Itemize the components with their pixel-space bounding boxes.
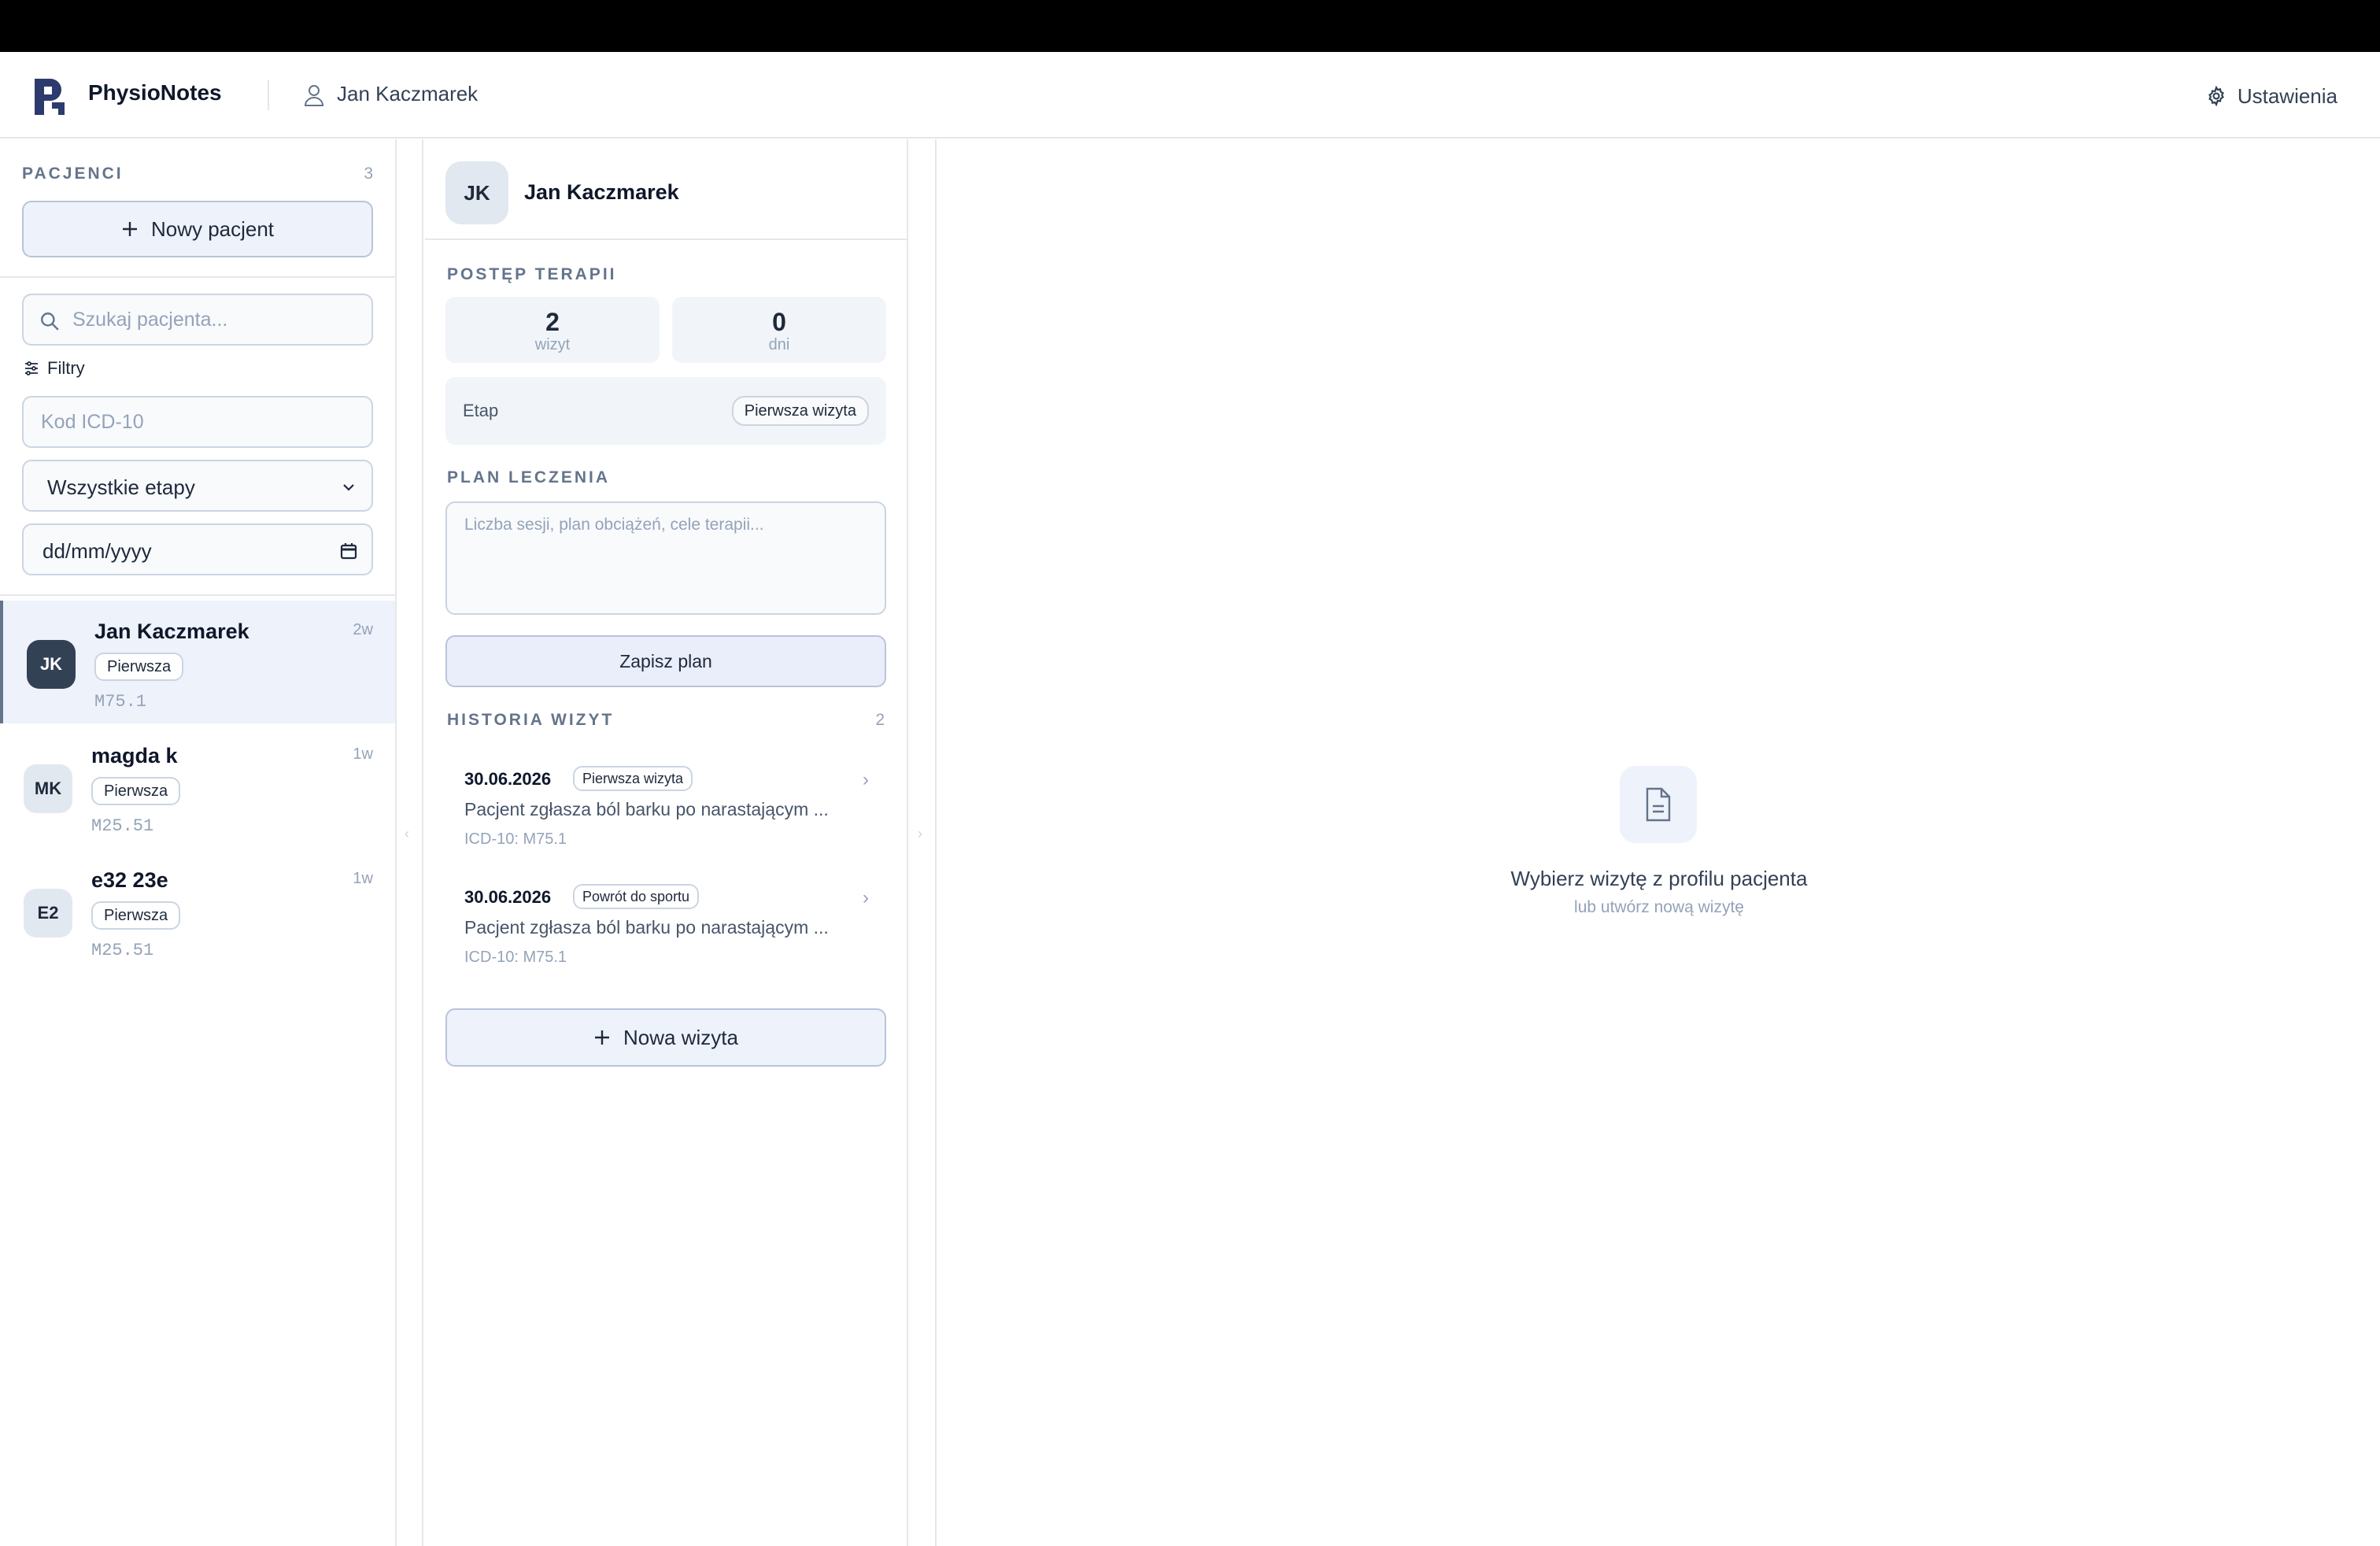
chevron-left-icon: ‹ [405,826,409,841]
user-icon [304,85,324,106]
save-plan-button[interactable]: Zapisz plan [445,635,886,687]
stage-badge[interactable]: Pierwsza wizyta [731,396,869,426]
history-count: 2 [875,711,885,729]
plus-icon [595,1030,610,1045]
icd-input[interactable] [24,398,371,446]
calendar-icon[interactable] [340,542,357,560]
patients-count: 3 [364,165,373,183]
patient-icd-code: M25.51 [91,816,154,836]
icd-filter-field[interactable] [22,396,373,448]
empty-state-subtitle: lub utwórz nową wizytę [1574,898,1744,916]
chevron-right-icon: › [918,826,922,841]
new-patient-label: Nowy pacjent [150,216,275,241]
patient-time: 1w [353,745,373,763]
new-patient-button[interactable]: Nowy pacjent [22,201,373,257]
avatar: MK [24,764,72,813]
stage-badge: Pierwsza [91,777,181,805]
patient-icd-code: M25.51 [91,941,154,960]
sidebar-divider [0,594,395,596]
document-icon-container [1620,766,1697,843]
gear-icon [2208,86,2224,106]
empty-state-title: Wybierz wizytę z profilu pacjenta [1510,867,1808,890]
visit-stage-badge: Powrót do sportu [573,884,700,909]
profile-header: JK Jan Kaczmarek [425,139,907,240]
patient-row[interactable]: E2 e32 23e Pierwsza M25.51 1w [0,849,395,972]
avatar: JK [445,161,508,224]
history-section-label: HISTORIA WIZYT [447,711,615,729]
filters-toggle[interactable]: Filtry [24,358,85,379]
header-divider [268,80,269,110]
patient-search[interactable] [22,294,373,346]
chevron-right-icon: › [863,769,869,790]
stage-select[interactable]: Wszystkie etapy [22,460,373,512]
visits-unit: wizyt [534,336,571,353]
window-top-bar [0,0,2380,52]
stage-row: Etap Pierwsza wizyta [445,377,886,445]
settings-button[interactable]: Ustawienia [2206,80,2338,112]
days-stat: 0 dni [672,297,886,363]
new-visit-button[interactable]: Nowa wizyta [445,1008,886,1067]
patients-section-label: PACJENCI [22,165,124,183]
patient-name: magda k [91,744,178,767]
stage-badge: Pierwsza [94,653,184,681]
stage-select-value: Wszystkie etapy [47,475,195,499]
visit-description: Pacjent zgłasza ból barku po narastający… [464,917,829,938]
visit-item[interactable]: 30.06.2026 Pierwsza wizyta Pacjent zgłas… [445,753,886,864]
chevron-right-icon: › [863,887,869,908]
profile-collapse-handle[interactable]: › [908,139,937,1546]
patient-row[interactable]: JK Jan Kaczmarek Pierwsza M75.1 2w [0,601,395,723]
avatar: E2 [24,889,72,938]
patient-profile-panel: JK Jan Kaczmarek POSTĘP TERAPII 2 wizyt … [425,139,908,1546]
visit-description: Pacjent zgłasza ból barku po narastający… [464,799,829,819]
new-visit-label: Nowa wizyta [623,1025,738,1049]
app-header: PhysioNotes Jan Kaczmarek Ustawienia [0,52,2380,139]
visit-date: 30.06.2026 [464,887,552,907]
visit-stage-badge: Pierwsza wizyta [573,766,693,791]
patient-row[interactable]: MK magda k Pierwsza M25.51 1w [0,725,395,848]
app-logo-icon [35,79,65,115]
days-unit: dni [768,336,790,353]
document-icon [1646,787,1671,822]
settings-label: Ustawienia [2237,83,2338,108]
date-value: dd/mm/yyyy [42,539,152,563]
visit-item[interactable]: 30.06.2026 Powrót do sportu Pacjent zgła… [445,871,886,982]
visit-date: 30.06.2026 [464,769,552,789]
date-filter-field[interactable]: dd/mm/yyyy [22,523,373,575]
patient-time: 2w [353,621,373,638]
patients-sidebar: PACJENCI 3 Nowy pacjent Filtry Wszystkie… [0,139,397,1546]
stage-label: Etap [463,401,499,420]
search-icon [41,313,59,331]
visit-detail-area: Wybierz wizytę z profilu pacjenta lub ut… [938,139,2380,1546]
chevron-down-icon [343,484,354,491]
visit-icd-code: ICD-10: M75.1 [464,830,567,848]
treatment-plan-field[interactable] [445,501,886,615]
patient-time: 1w [353,870,373,887]
sliders-icon [25,361,38,375]
visit-icd-code: ICD-10: M75.1 [464,949,567,966]
filters-label: Filtry [47,358,85,378]
stage-badge: Pierwsza [91,901,181,930]
avatar: JK [27,640,76,689]
profile-name: Jan Kaczmarek [524,180,679,204]
treatment-plan-input[interactable] [447,503,885,613]
days-count: 0 [772,308,786,336]
app-title[interactable]: PhysioNotes [88,80,222,105]
visits-count: 2 [545,308,560,336]
plus-icon [122,222,137,236]
patient-icd-code: M75.1 [94,692,147,712]
progress-section-label: POSTĘP TERAPII [447,265,617,283]
patient-name: e32 23e [91,868,168,892]
patient-name: Jan Kaczmarek [94,620,249,643]
sidebar-divider [0,276,395,278]
search-input[interactable] [72,295,364,344]
visits-stat: 2 wizyt [445,297,660,363]
save-plan-label: Zapisz plan [619,650,712,671]
current-user-name: Jan Kaczmarek [337,82,479,105]
plan-section-label: PLAN LECZENIA [447,468,610,486]
sidebar-collapse-handle[interactable]: ‹ [397,139,423,1546]
